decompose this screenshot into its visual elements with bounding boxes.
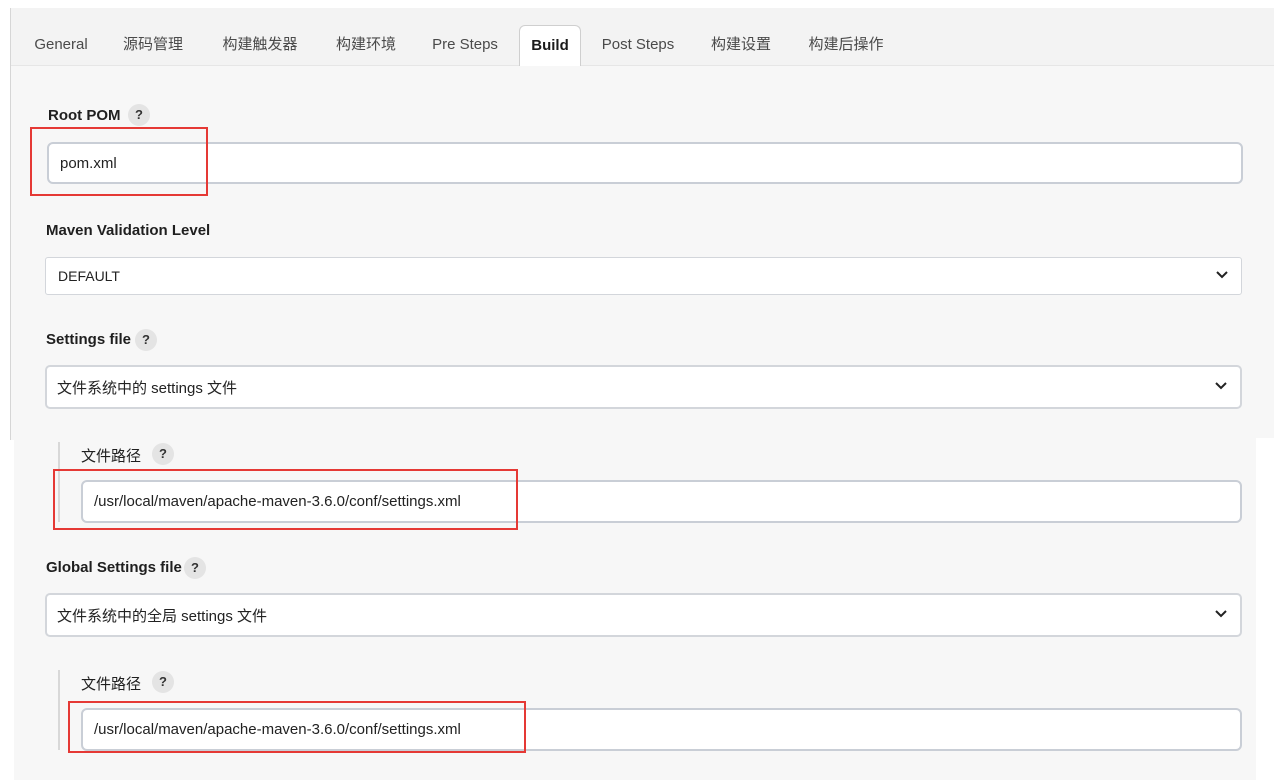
global-settings-file-value: 文件系统中的全局 settings 文件 xyxy=(57,607,268,625)
root-pom-value: pom.xml xyxy=(60,154,117,172)
right-gutter xyxy=(1256,438,1280,780)
settings-path-value: /usr/local/maven/apache-maven-3.6.0/conf… xyxy=(94,493,461,510)
tab-build-environment[interactable]: 构建环境 xyxy=(325,25,407,66)
tab-build[interactable]: Build xyxy=(519,25,581,66)
settings-file-select[interactable]: 文件系统中的 settings 文件 xyxy=(45,365,1242,409)
root-pom-input[interactable]: pom.xml xyxy=(47,142,1243,184)
settings-file-label: Settings file xyxy=(46,331,132,348)
tab-post-steps[interactable]: Post Steps xyxy=(595,25,681,66)
tab-source-management[interactable]: 源码管理 xyxy=(113,25,193,66)
tab-general[interactable]: General xyxy=(25,25,97,66)
tab-pre-steps[interactable]: Pre Steps xyxy=(423,25,507,66)
chevron-down-icon xyxy=(1215,382,1227,390)
global-settings-path-label: 文件路径 xyxy=(81,676,142,693)
global-settings-path-input[interactable]: /usr/local/maven/apache-maven-3.6.0/conf… xyxy=(81,708,1242,751)
maven-validation-level-select[interactable]: DEFAULT xyxy=(45,257,1242,295)
tab-build-settings[interactable]: 构建设置 xyxy=(699,25,783,66)
settings-path-input[interactable]: /usr/local/maven/apache-maven-3.6.0/conf… xyxy=(81,480,1242,523)
section-tab-bar: General 源码管理 构建触发器 构建环境 Pre Steps Build … xyxy=(11,8,1274,66)
settings-path-indent-rule xyxy=(58,442,60,522)
global-settings-file-select[interactable]: 文件系统中的全局 settings 文件 xyxy=(45,593,1242,637)
global-settings-file-label: Global Settings file xyxy=(46,559,182,576)
settings-file-help-icon[interactable]: ? xyxy=(135,329,157,351)
settings-path-label: 文件路径 xyxy=(81,448,142,465)
settings-path-help-icon[interactable]: ? xyxy=(152,443,174,465)
tab-post-build-actions[interactable]: 构建后操作 xyxy=(797,25,895,66)
chevron-down-icon xyxy=(1215,610,1227,618)
build-config-page: General 源码管理 构建触发器 构建环境 Pre Steps Build … xyxy=(0,0,1280,780)
root-pom-help-icon[interactable]: ? xyxy=(128,104,150,126)
global-settings-path-indent-rule xyxy=(58,670,60,750)
maven-validation-level-value: DEFAULT xyxy=(58,268,120,284)
maven-validation-level-label: Maven Validation Level xyxy=(46,222,211,239)
global-settings-path-help-icon[interactable]: ? xyxy=(152,671,174,693)
top-strip xyxy=(0,0,1280,8)
global-settings-file-help-icon[interactable]: ? xyxy=(184,557,206,579)
settings-file-value: 文件系统中的 settings 文件 xyxy=(57,379,238,397)
chevron-down-icon xyxy=(1216,271,1228,279)
global-settings-path-value: /usr/local/maven/apache-maven-3.6.0/conf… xyxy=(94,721,461,738)
tab-build-triggers[interactable]: 构建触发器 xyxy=(211,25,309,66)
root-pom-label: Root POM xyxy=(48,107,121,124)
